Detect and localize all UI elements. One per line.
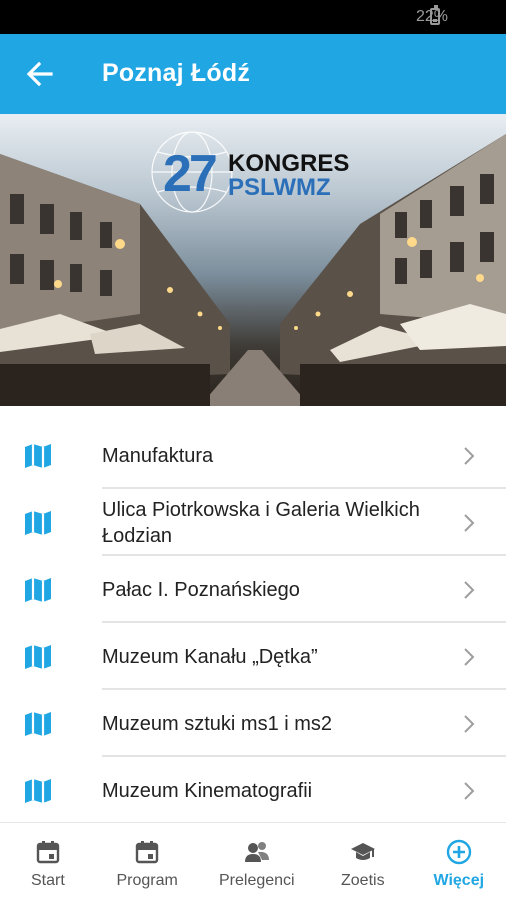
list-item-label: Pałac I. Poznańskiego — [102, 578, 300, 601]
map-icon — [25, 712, 51, 736]
nav-item-zoetis[interactable]: Zoetis — [341, 823, 385, 900]
list-item[interactable]: Manufaktura — [0, 422, 506, 489]
map-icon — [25, 444, 51, 468]
chevron-right-icon — [464, 447, 475, 465]
hero-banner: 27 KONGRES PSLWMZ — [0, 114, 506, 406]
list-item-label: Muzeum sztuki ms1 i ms2 — [102, 712, 333, 735]
logo-text-bottom: PSLWMZ — [228, 174, 331, 201]
arrow-left-icon — [26, 61, 53, 87]
places-list: Manufaktura Ulica Piotrkowska i Galeria W… — [0, 422, 506, 824]
list-item[interactable]: Muzeum Kanału „Dętka” — [0, 623, 506, 690]
chevron-right-icon — [464, 514, 475, 532]
back-button[interactable] — [24, 58, 56, 90]
status-bar: 22% — [0, 0, 506, 34]
chevron-right-icon — [464, 581, 475, 599]
bottom-navigation: Start Program Prelegenci Zoetis Więcej — [0, 822, 506, 900]
list-item-label: Manufaktura — [102, 444, 214, 467]
list-item-label: Muzeum Kanału „Dętka” — [102, 645, 318, 668]
nav-item-label: Zoetis — [341, 872, 385, 889]
list-item-label: Ulica Piotrkowska i Galeria Wielkich Łod… — [102, 498, 420, 547]
nav-item-start[interactable]: Start — [31, 823, 65, 900]
list-item[interactable]: Ulica Piotrkowska i Galeria Wielkich Łod… — [0, 489, 506, 556]
list-item[interactable]: Pałac I. Poznańskiego — [0, 556, 506, 623]
nav-item-program[interactable]: Program — [117, 823, 178, 900]
list-item-label: Muzeum Kinematografii — [102, 779, 313, 802]
nav-item-label: Start — [31, 872, 65, 889]
nav-item-wi-cej[interactable]: Więcej — [433, 823, 485, 900]
nav-item-label: Prelegenci — [219, 872, 295, 889]
app-bar: Poznaj Łódź — [0, 34, 506, 114]
graduation-cap-icon — [350, 843, 375, 860]
map-icon — [25, 578, 51, 602]
page-title: Poznaj Łódź — [102, 59, 251, 87]
people-icon — [244, 842, 269, 862]
calendar-icon — [135, 841, 159, 864]
calendar-icon — [36, 841, 60, 864]
plus-circle-icon — [446, 839, 471, 865]
map-icon — [25, 779, 51, 803]
logo-number: 27 — [163, 145, 218, 203]
map-icon — [25, 645, 51, 669]
nav-item-prelegenci[interactable]: Prelegenci — [219, 823, 295, 900]
chevron-right-icon — [464, 715, 475, 733]
chevron-right-icon — [464, 782, 475, 800]
chevron-right-icon — [464, 648, 475, 666]
list-item[interactable]: Muzeum sztuki ms1 i ms2 — [0, 690, 506, 757]
map-icon — [25, 511, 51, 535]
nav-item-label: Program — [116, 872, 178, 889]
list-item[interactable]: Muzeum Kinematografii — [0, 757, 506, 824]
nav-item-label: Więcej — [433, 872, 485, 889]
battery-icon — [430, 5, 440, 25]
